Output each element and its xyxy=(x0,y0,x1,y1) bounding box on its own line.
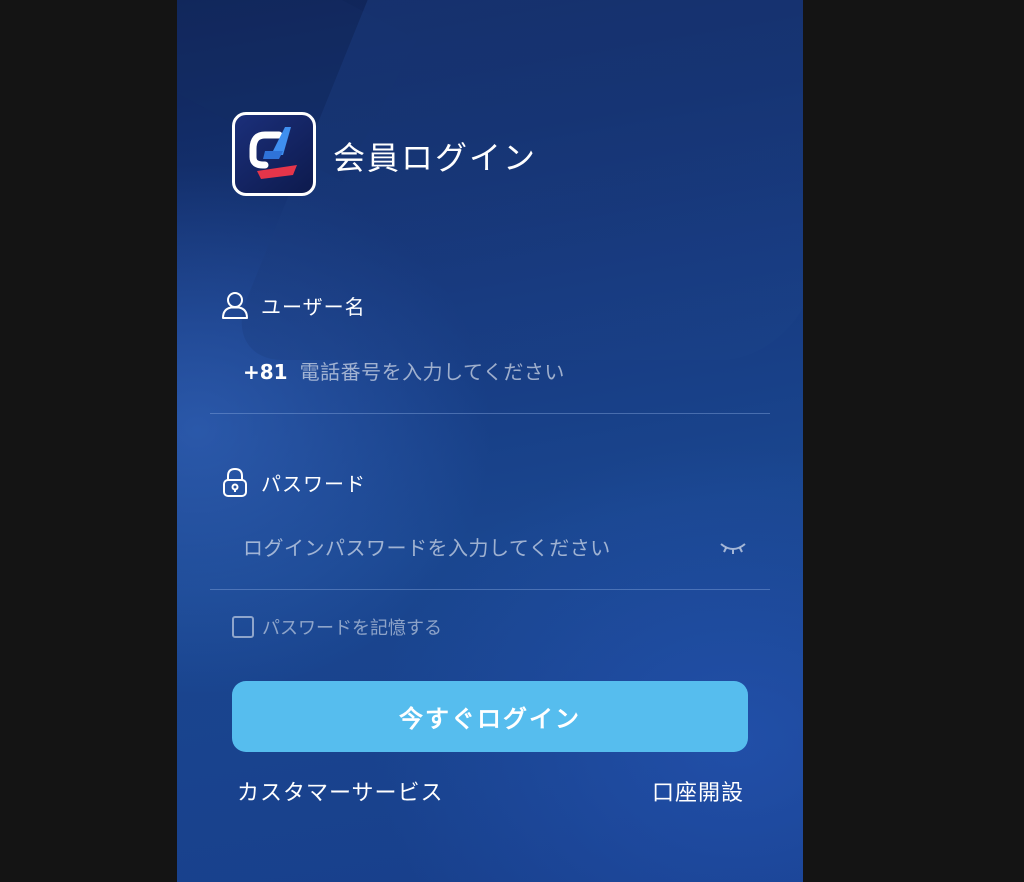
lock-icon xyxy=(221,467,249,497)
country-code[interactable]: +81 xyxy=(243,360,288,384)
login-button[interactable]: 今すぐログイン xyxy=(232,681,748,752)
username-field: +81 xyxy=(243,352,748,392)
open-account-link[interactable]: 口座開設 xyxy=(652,775,744,807)
login-screen: 会員ログイン ユーザー名 +81 パスワード xyxy=(177,0,803,882)
username-divider xyxy=(210,413,770,414)
password-divider xyxy=(210,589,770,590)
password-label-text: パスワード xyxy=(261,471,366,496)
remember-label: パスワードを記憶する xyxy=(262,618,442,639)
password-input[interactable] xyxy=(243,536,718,560)
app-logo-graphic xyxy=(249,127,297,179)
remember-password[interactable]: パスワードを記憶する xyxy=(232,614,442,640)
password-label: パスワード xyxy=(221,467,366,497)
remember-checkbox[interactable] xyxy=(232,616,254,638)
username-label-text: ユーザー名 xyxy=(261,294,366,319)
phone-input[interactable] xyxy=(299,360,748,384)
page-title: 会員ログイン xyxy=(333,139,538,177)
username-label: ユーザー名 xyxy=(221,290,366,320)
user-icon xyxy=(221,290,249,320)
customer-service-link[interactable]: カスタマーサービス xyxy=(237,775,444,807)
password-field xyxy=(243,528,748,568)
eye-closed-icon[interactable] xyxy=(718,538,748,558)
app-logo-icon xyxy=(232,112,316,196)
